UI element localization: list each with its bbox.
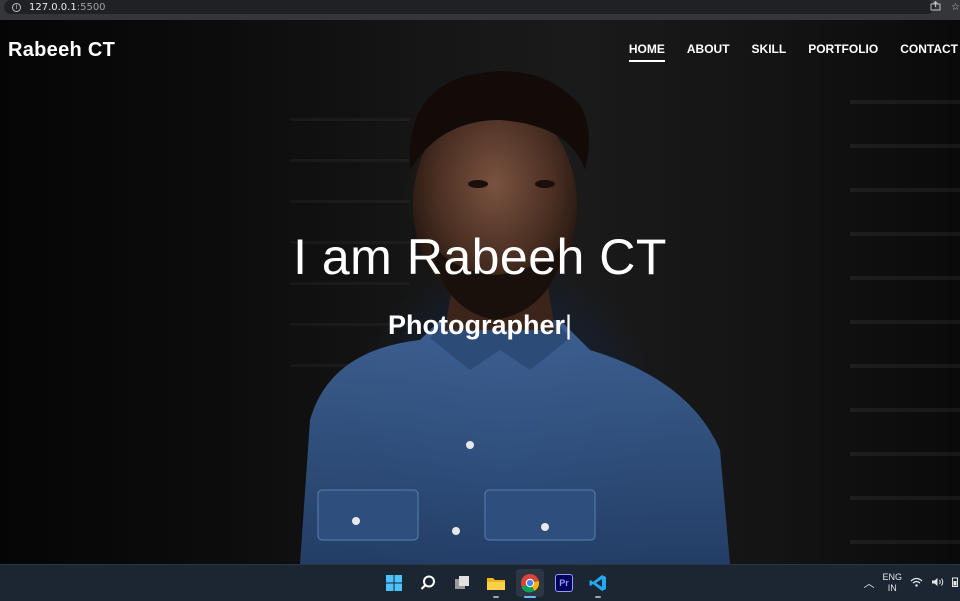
chevron-up-icon[interactable]: ︿ (863, 575, 874, 591)
file-explorer-icon[interactable] (482, 569, 510, 598)
typing-cursor: | (565, 310, 573, 340)
share-icon[interactable] (930, 0, 941, 14)
hero-section: Rabeeh CT HOME ABOUT SKILL PORTFOLIO CON… (0, 20, 960, 564)
portrait-photo (300, 71, 730, 564)
search-icon[interactable] (414, 569, 442, 597)
hero-subtitle: Photographer| (0, 310, 960, 341)
nav-about[interactable]: ABOUT (687, 42, 730, 60)
language-indicator[interactable]: ENG IN (882, 572, 902, 594)
volume-icon[interactable] (931, 577, 944, 590)
battery-icon[interactable] (952, 577, 958, 590)
hero-title: I am Rabeeh CT (293, 229, 667, 285)
browser-toolbar: i 127.0.0.1:5500 ☆ (0, 0, 960, 20)
taskbar: Pr ︿ ENG IN (0, 564, 960, 601)
task-view-icon[interactable] (448, 569, 476, 597)
address-bar[interactable]: i 127.0.0.1:5500 (4, 0, 934, 14)
premiere-pro-icon[interactable]: Pr (550, 569, 578, 597)
site-logo[interactable]: Rabeeh CT (8, 39, 115, 62)
vscode-icon[interactable] (584, 569, 612, 598)
wifi-icon[interactable] (910, 577, 923, 590)
nav-home[interactable]: HOME (628, 42, 665, 62)
nav-skill[interactable]: SKILL (752, 42, 787, 60)
bookmark-star-icon[interactable]: ☆ (951, 2, 960, 13)
typed-text: Photographer (387, 310, 565, 340)
url-text[interactable]: 127.0.0.1:5500 (29, 2, 106, 13)
chrome-icon[interactable] (516, 569, 544, 598)
info-icon[interactable]: i (12, 2, 21, 12)
main-nav: HOME ABOUT SKILL PORTFOLIO CONTACT (628, 42, 958, 62)
nav-portfolio[interactable]: PORTFOLIO (808, 42, 878, 60)
windows-start-icon[interactable] (380, 569, 408, 597)
nav-contact[interactable]: CONTACT (900, 42, 958, 60)
